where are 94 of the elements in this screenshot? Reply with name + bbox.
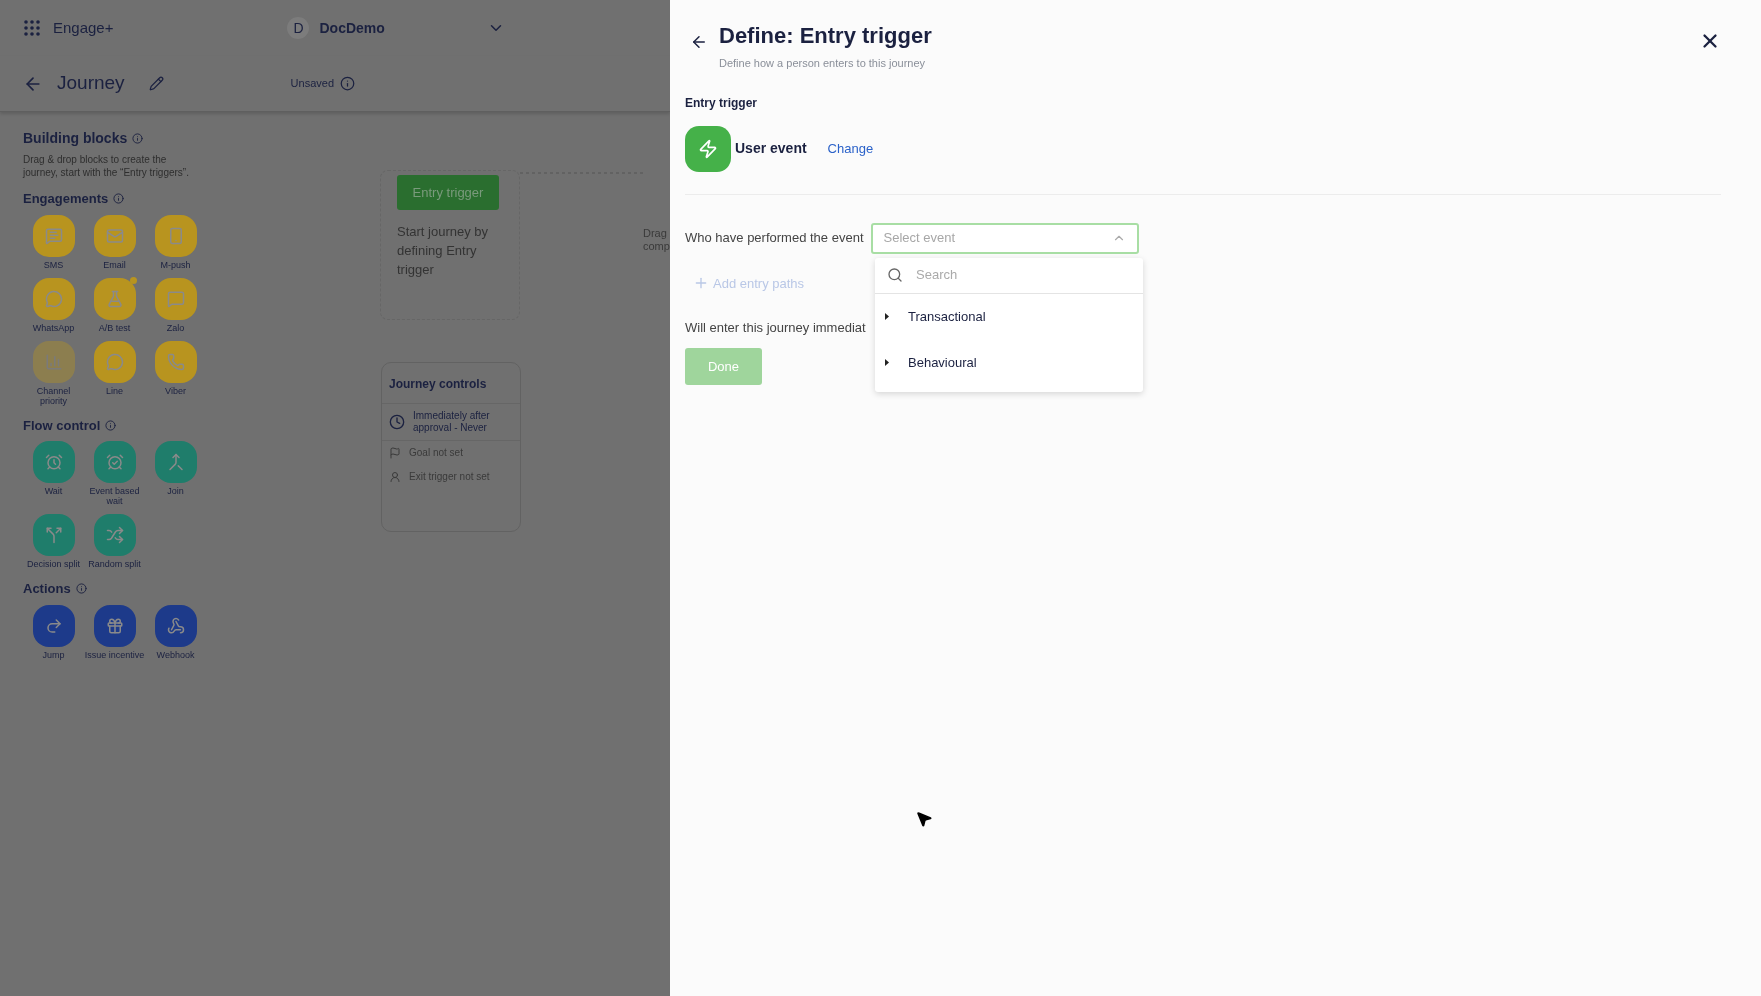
building-blocks-description: Drag & drop blocks to create the journey, start with the “Entry triggers”. bbox=[23, 153, 190, 179]
search-icon bbox=[887, 267, 903, 283]
info-icon[interactable] bbox=[105, 419, 117, 431]
block-tile[interactable] bbox=[32, 277, 75, 320]
block-tile[interactable] bbox=[154, 604, 197, 647]
option-label: Behavioural bbox=[908, 353, 977, 372]
lightning-icon bbox=[698, 138, 718, 159]
block-label: Email bbox=[102, 259, 127, 270]
event-field-label: Who have performed the event bbox=[685, 229, 864, 248]
save-status: Unsaved bbox=[290, 76, 335, 92]
gift-icon bbox=[105, 616, 124, 635]
app-name: Engage+ bbox=[53, 17, 114, 38]
block-tile[interactable] bbox=[154, 214, 197, 257]
workspace-name: DocDemo bbox=[319, 18, 385, 38]
block-tile[interactable] bbox=[32, 441, 75, 483]
journey-title: Journey bbox=[57, 71, 125, 96]
section-title: Flow control bbox=[23, 416, 101, 435]
block-label: M-push bbox=[159, 259, 192, 270]
option-label: Transactional bbox=[908, 307, 986, 326]
block-tile[interactable] bbox=[93, 340, 136, 383]
block-label: Random split bbox=[87, 559, 142, 569]
search-placeholder: Search bbox=[916, 266, 958, 285]
pencil-icon[interactable] bbox=[148, 76, 164, 91]
change-link[interactable]: Change bbox=[827, 138, 874, 159]
block-label: Issue incentive bbox=[84, 649, 145, 660]
block-tile[interactable] bbox=[32, 214, 75, 257]
block-label: Webhook bbox=[155, 649, 196, 660]
chat-bubble-icon bbox=[44, 289, 63, 308]
control-text[interactable]: Immediately after approval - Never bbox=[413, 410, 513, 434]
block-tile[interactable] bbox=[93, 214, 136, 257]
shuffle-icon bbox=[105, 526, 124, 544]
block-tile[interactable] bbox=[93, 604, 136, 647]
journey-controls-title: Journey controls bbox=[389, 377, 487, 391]
flag-icon bbox=[389, 447, 401, 459]
redo-icon bbox=[44, 616, 63, 635]
envelope-icon bbox=[105, 226, 124, 245]
info-icon[interactable] bbox=[75, 583, 87, 595]
entry-trigger-button[interactable]: Entry trigger bbox=[397, 175, 499, 210]
entry-note-text: Will enter this journey immediat bbox=[685, 320, 866, 335]
block-label: WhatsApp bbox=[31, 322, 76, 333]
block-label: Viber bbox=[164, 385, 187, 396]
block-label: A/B test bbox=[97, 322, 132, 333]
event-category-option[interactable]: Behavioural bbox=[875, 339, 1143, 386]
entry-node-text: Start journey by defining Entry trigger bbox=[397, 223, 490, 279]
section-title: Actions bbox=[23, 580, 71, 598]
bar-chart-icon bbox=[44, 352, 63, 371]
entry-node-card[interactable]: Entry trigger Start journey by defining Entry trigger bbox=[380, 170, 520, 320]
select-placeholder: Select event bbox=[883, 229, 956, 248]
block-tile[interactable] bbox=[32, 514, 75, 556]
merge-icon bbox=[166, 453, 185, 471]
block-tile[interactable] bbox=[154, 277, 197, 320]
block-label: Decision split bbox=[26, 559, 81, 569]
workspace-avatar: D bbox=[287, 17, 310, 39]
flask-icon bbox=[105, 289, 124, 308]
split-icon bbox=[44, 526, 63, 544]
section-title: Engagements bbox=[23, 190, 109, 208]
section-label: Entry trigger bbox=[685, 95, 757, 110]
phone-icon bbox=[166, 352, 185, 371]
block-tile[interactable] bbox=[93, 277, 136, 320]
block-label: Channel priority bbox=[35, 385, 72, 406]
message-icon bbox=[44, 226, 63, 245]
add-entry-paths-button[interactable]: Add entry paths bbox=[693, 273, 805, 293]
block-tile[interactable] bbox=[93, 514, 136, 556]
info-icon[interactable] bbox=[113, 193, 125, 205]
block-tile[interactable] bbox=[154, 340, 197, 383]
chat-bubble-icon bbox=[105, 352, 124, 371]
info-icon[interactable] bbox=[340, 76, 356, 91]
block-tile[interactable] bbox=[154, 441, 197, 483]
caret-right-icon bbox=[884, 359, 890, 366]
block-label: SMS bbox=[42, 259, 65, 270]
caret-right-icon bbox=[884, 313, 890, 320]
drawer-subtitle: Define how a person enters to this journey bbox=[719, 56, 927, 71]
block-tile[interactable] bbox=[32, 604, 75, 647]
block-label: Wait bbox=[43, 486, 64, 496]
trigger-name: User event bbox=[735, 139, 807, 158]
block-label: Join bbox=[166, 486, 185, 496]
block-label: Jump bbox=[41, 649, 66, 660]
block-label: Zalo bbox=[165, 322, 186, 333]
person-icon bbox=[389, 471, 401, 483]
block-label: Line bbox=[105, 385, 124, 396]
clock-icon bbox=[389, 414, 405, 430]
select-event-dropdown[interactable]: Select event bbox=[870, 222, 1139, 254]
alarm-clock-icon bbox=[44, 453, 63, 471]
alarm-clock-check-icon bbox=[105, 453, 124, 471]
event-category-option[interactable]: Transactional bbox=[875, 293, 1143, 340]
webhook-icon bbox=[166, 616, 185, 635]
info-icon[interactable] bbox=[132, 133, 144, 144]
app-grid-icon[interactable] bbox=[23, 19, 41, 37]
drawer-title: Define: Entry trigger bbox=[719, 22, 932, 50]
building-blocks-title: Building blocks bbox=[23, 129, 128, 148]
block-label: Event based wait bbox=[88, 486, 141, 506]
block-tile[interactable] bbox=[93, 441, 136, 483]
search-field[interactable]: Search bbox=[875, 257, 1143, 294]
mouse-cursor-icon bbox=[915, 810, 933, 828]
